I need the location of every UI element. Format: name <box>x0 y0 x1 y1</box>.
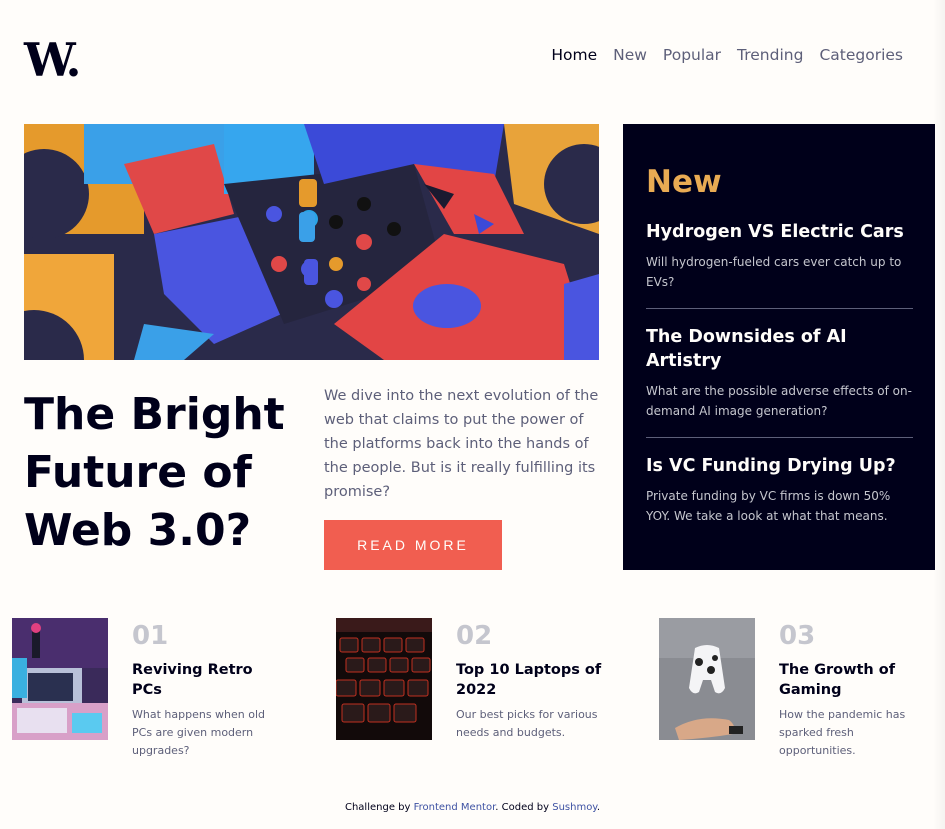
read-more-button[interactable]: READ MORE <box>324 520 502 570</box>
main-nav: Home New Popular Trending Categories <box>551 46 903 64</box>
card-number: 01 <box>132 621 169 651</box>
article-card: 01 Reviving Retro PCs What happens when … <box>12 618 282 760</box>
new-item-title[interactable]: Hydrogen VS Electric Cars <box>646 220 913 244</box>
new-item-text: Will hydrogen-fueled cars ever catch up … <box>646 255 902 289</box>
footer-prefix: Challenge by <box>344 802 414 813</box>
hero-description: We dive into the next evolution of the w… <box>324 388 599 500</box>
card-text: What happens when old PCs are given mode… <box>132 708 266 757</box>
game-controller-image <box>659 618 755 740</box>
retro-pc-image <box>12 618 108 740</box>
hero-title: The Bright Future of Web 3.0? <box>24 389 285 556</box>
new-item-text: What are the possible adverse effects of… <box>646 384 912 418</box>
card-number: 02 <box>456 621 493 651</box>
card-title[interactable]: Reviving Retro PCs <box>132 660 282 700</box>
footer: Challenge by Frontend Mentor. Coded by S… <box>0 802 945 813</box>
card-text: How the pandemic has sparked fresh oppor… <box>779 708 906 757</box>
frontend-mentor-link[interactable]: Frontend Mentor <box>414 802 496 813</box>
new-item-title[interactable]: Is VC Funding Drying Up? <box>646 454 913 478</box>
new-item[interactable]: Is VC Funding Drying Up? Private funding… <box>646 454 913 542</box>
nav-trending[interactable]: Trending <box>737 46 803 64</box>
new-item-title[interactable]: The Downsides of AI Artistry <box>646 325 913 373</box>
footer-suffix: . <box>596 802 600 813</box>
logo[interactable]: W. <box>24 36 81 84</box>
new-item-text: Private funding by VC firms is down 50% … <box>646 489 891 523</box>
nav-new[interactable]: New <box>613 46 647 64</box>
card-title[interactable]: The Growth of Gaming <box>779 660 929 700</box>
new-heading: New <box>646 164 722 200</box>
author-link[interactable]: Sushmoy <box>552 802 597 813</box>
laptop-keyboard-image <box>336 618 432 740</box>
nav-popular[interactable]: Popular <box>663 46 721 64</box>
nav-home[interactable]: Home <box>551 46 597 64</box>
new-item[interactable]: The Downsides of AI Artistry What are th… <box>646 325 913 438</box>
article-card: 03 The Growth of Gaming How the pandemic… <box>659 618 929 760</box>
hero-image <box>24 124 599 360</box>
article-card: 02 Top 10 Laptops of 2022 Our best picks… <box>336 618 606 742</box>
footer-middle: . Coded by <box>495 802 553 813</box>
new-panel: New Hydrogen VS Electric Cars Will hydro… <box>623 124 935 570</box>
card-text: Our best picks for various needs and bud… <box>456 708 598 739</box>
new-item[interactable]: Hydrogen VS Electric Cars Will hydrogen-… <box>646 220 913 309</box>
card-number: 03 <box>779 621 816 651</box>
nav-categories[interactable]: Categories <box>819 46 903 64</box>
card-title[interactable]: Top 10 Laptops of 2022 <box>456 660 606 700</box>
scrollbar-edge <box>933 0 945 829</box>
